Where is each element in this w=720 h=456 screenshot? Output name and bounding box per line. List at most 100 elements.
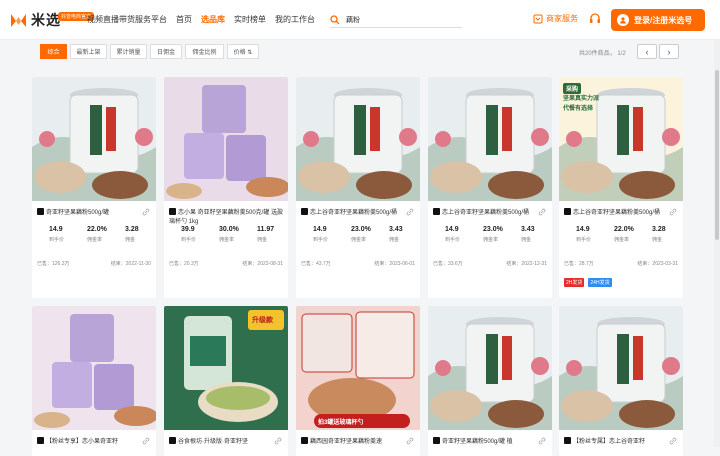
product-image[interactable] [32, 77, 156, 201]
stat-commission: 3.28 佣金 [113, 226, 151, 243]
link-icon[interactable] [538, 437, 546, 445]
sort-toolbar: 综合 最新上架 累计销量 日佣金 佣金比例 价格 ⇅ 共20件商品， 1/2 ‹… [40, 41, 680, 61]
product-footer: 已售：43.7万 结束：2023-06-01 [301, 260, 415, 267]
search-icon[interactable] [330, 14, 340, 25]
product-title-text: 【粉丝专享】恋小果奇亚籽 [46, 439, 119, 445]
link-icon[interactable] [142, 437, 150, 445]
product-card[interactable]: 奇亚籽坚果藕粉500g/罐 14.9 到手价 22.0% 佣金率 3.28 佣金 已售：126… [32, 77, 156, 298]
stat-value: 14.9 [49, 226, 63, 233]
link-icon[interactable] [274, 208, 282, 216]
stat-label: 佣金率 [219, 237, 235, 243]
product-title-text: 恋上谷奇亚籽坚果藕粉羹500g/桶 [310, 210, 398, 216]
product-title[interactable]: 【粉丝专享】恋小果奇亚籽 [37, 437, 151, 447]
sort-tab-sales[interactable]: 累计销量 [110, 44, 147, 59]
douyin-icon [169, 437, 176, 444]
logo-icon [10, 13, 27, 28]
sold-count: 已售：20.3万 [169, 261, 199, 267]
product-card[interactable]: 拍3罐送玻璃杯勺藕西园奇亚籽坚果藕粉羹速 [296, 306, 420, 456]
headset-icon[interactable] [589, 13, 601, 25]
product-card[interactable]: 恋上谷奇亚籽坚果藕粉羹500g/桶 14.9 到手价 23.0% 佣金率 3.43 佣金 已售… [428, 77, 552, 298]
product-card[interactable]: 恋小果 奇亚籽坚果藕粉羹500克/罐 送玻璃杯勺 1kg 39.9 到手价 30.0%… [164, 77, 288, 298]
stat-price: 14.9 到手价 [564, 226, 602, 243]
stat-value: 39.9 [181, 226, 195, 233]
product-image[interactable] [428, 306, 552, 430]
product-image[interactable] [296, 306, 420, 430]
platform-name: 视频直播带货服务平台 [87, 15, 167, 24]
stat-rate: 22.0% 佣金率 [602, 226, 640, 243]
product-image[interactable] [164, 77, 288, 201]
douyin-icon [564, 437, 571, 444]
product-image[interactable] [428, 77, 552, 201]
product-stats: 14.9 到手价 22.0% 佣金率 3.28 佣金 [37, 226, 151, 243]
stat-rate: 23.0% 佣金率 [471, 226, 509, 243]
stat-value: 14.9 [445, 226, 459, 233]
product-card[interactable]: 升级款 谷食根坊·升级版·奇亚籽坚 [164, 306, 288, 456]
product-title-text: 恋小果 奇亚籽坚果藕粉羹500克/罐 送玻璃杯勺 1kg [169, 210, 284, 225]
link-icon[interactable] [406, 208, 414, 216]
stat-value: 14.9 [313, 226, 327, 233]
nav-item-ranking[interactable]: 实时榜单 [234, 14, 266, 25]
product-title[interactable]: 恋上谷奇亚籽坚果藕粉羹500g/桶 [433, 208, 547, 218]
sort-tab-newest[interactable]: 最新上架 [70, 44, 107, 59]
logo[interactable]: 米选 [10, 10, 61, 30]
product-title[interactable]: 恋上谷奇亚籽坚果藕粉羹500g/桶 [564, 208, 678, 218]
merchant-service-link[interactable]: 商家服务 [533, 13, 578, 24]
product-title[interactable]: 恋小果 奇亚籽坚果藕粉羹500克/罐 送玻璃杯勺 1kg [169, 208, 283, 227]
stat-value: 14.9 [576, 226, 590, 233]
product-card[interactable]: 【粉丝专属】恋上谷奇亚籽 [559, 306, 683, 456]
link-icon[interactable] [538, 208, 546, 216]
next-page-button[interactable]: › [659, 44, 679, 59]
stat-price: 14.9 到手价 [37, 226, 75, 243]
search-input[interactable] [346, 16, 456, 23]
promo-text: 拍3罐送玻璃杯勺 [318, 420, 364, 426]
nav-item-home[interactable]: 首页 [176, 14, 192, 25]
link-icon[interactable] [406, 437, 414, 445]
link-icon[interactable] [274, 437, 282, 445]
product-footer: 已售：20.3万 结束：2023-08-31 [169, 260, 283, 267]
link-icon[interactable] [669, 208, 677, 216]
stat-rate: 22.0% 佣金率 [75, 226, 113, 243]
prev-page-button[interactable]: ‹ [637, 44, 657, 59]
sort-tab-default[interactable]: 综合 [40, 44, 67, 59]
product-image[interactable] [32, 306, 156, 430]
login-register-button[interactable]: 登录/注册米选号 [611, 9, 705, 31]
product-card[interactable]: 恋上谷奇亚籽坚果藕粉羹500g/桶 14.9 到手价 23.0% 佣金率 3.43 佣金 已售… [296, 77, 420, 298]
stat-commission: 3.43 佣金 [377, 226, 415, 243]
nav-item-workbench[interactable]: 我的工作台 [275, 14, 315, 25]
product-title[interactable]: 谷食根坊·升级版·奇亚籽坚 [169, 437, 283, 447]
stat-label: 佣金率 [87, 237, 103, 243]
product-title[interactable]: 奇亚籽坚果藕粉500g/罐 植 [433, 437, 547, 447]
product-image[interactable] [559, 306, 683, 430]
sort-tab-commission-rate[interactable]: 佣金比例 [185, 44, 224, 59]
douyin-icon [37, 437, 44, 444]
product-title[interactable]: 奇亚籽坚果藕粉500g/罐 [37, 208, 151, 218]
stat-value: 3.28 [652, 226, 666, 233]
product-title[interactable]: 【粉丝专属】恋上谷奇亚籽 [564, 437, 678, 447]
product-image[interactable] [296, 77, 420, 201]
stat-label: 到手价 [576, 237, 592, 243]
link-icon[interactable] [142, 208, 150, 216]
product-stats: 39.9 到手价 30.0% 佣金率 11.97 佣金 [169, 226, 283, 243]
sort-tab-daily-commission[interactable]: 日佣金 [150, 44, 182, 59]
product-card[interactable]: 【粉丝专享】恋小果奇亚籽 [32, 306, 156, 456]
product-title[interactable]: 藕西园奇亚籽坚果藕粉羹速 [301, 437, 415, 447]
product-stats: 14.9 到手价 23.0% 佣金率 3.43 佣金 [433, 226, 547, 243]
stat-label: 到手价 [49, 237, 65, 243]
stat-value: 3.43 [389, 226, 403, 233]
scrollbar[interactable] [714, 40, 720, 447]
douyin-icon [564, 208, 571, 215]
product-card[interactable]: 采购 坚果真实力派 代餐有选择 恋上谷奇亚籽坚果藕粉羹500g/桶 14.9 到手价 22.… [559, 77, 683, 298]
stat-commission: 3.28 佣金 [640, 226, 678, 243]
stat-label: 佣金 [521, 237, 532, 243]
product-card[interactable]: 奇亚籽坚果藕粉500g/罐 植 [428, 306, 552, 456]
nav-item-selection[interactable]: 选品库 [201, 14, 225, 25]
product-title[interactable]: 恋上谷奇亚籽坚果藕粉羹500g/桶 [301, 208, 415, 218]
scroll-thumb[interactable] [715, 70, 719, 240]
search-bar [330, 12, 462, 28]
link-icon[interactable] [669, 437, 677, 445]
douyin-icon [433, 208, 440, 215]
stat-rate: 23.0% 佣金率 [339, 226, 377, 243]
product-title-text: 奇亚籽坚果藕粉500g/罐 [46, 210, 110, 216]
sort-tab-price[interactable]: 价格 ⇅ [227, 44, 259, 59]
stat-label: 佣金 [125, 237, 136, 243]
